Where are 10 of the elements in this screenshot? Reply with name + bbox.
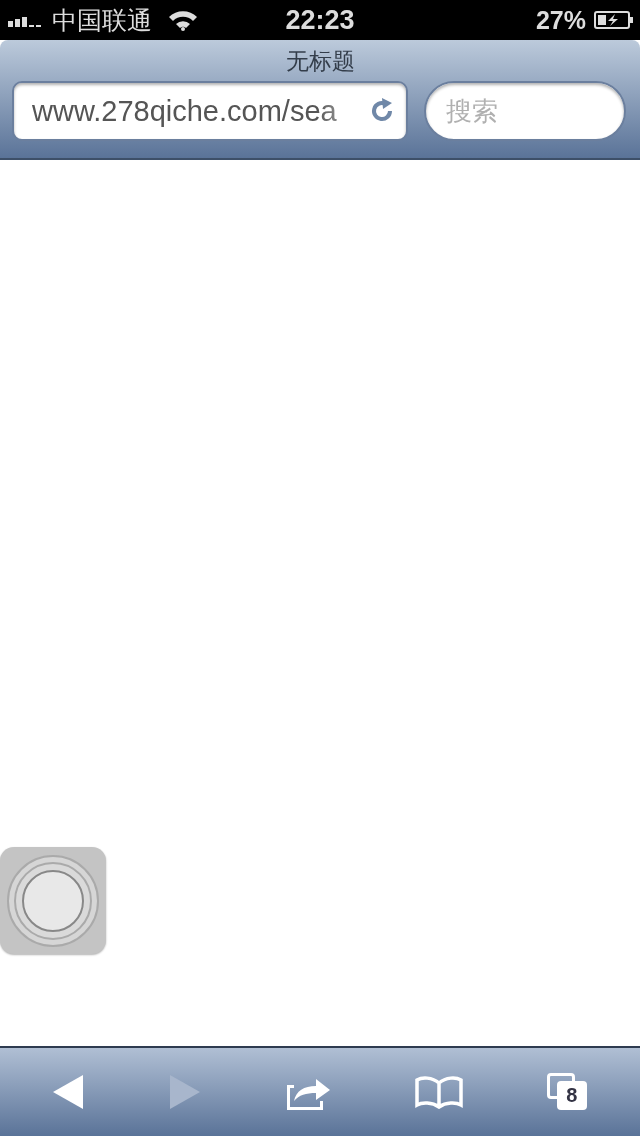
clock-time: 22:23 (284, 4, 356, 36)
page-title: 无标题 (284, 47, 356, 74)
search-field[interactable]: 搜索 (424, 81, 626, 141)
url-field[interactable]: www.278qiche.com/sea (12, 81, 408, 141)
tabs-button[interactable]: 8 (542, 1069, 593, 1115)
assistive-touch-button[interactable] (0, 847, 106, 954)
battery-icon (594, 10, 634, 30)
wifi-icon (168, 9, 198, 31)
battery-percent: 27% (535, 5, 586, 35)
carrier-name: 中国联通 (52, 4, 152, 36)
